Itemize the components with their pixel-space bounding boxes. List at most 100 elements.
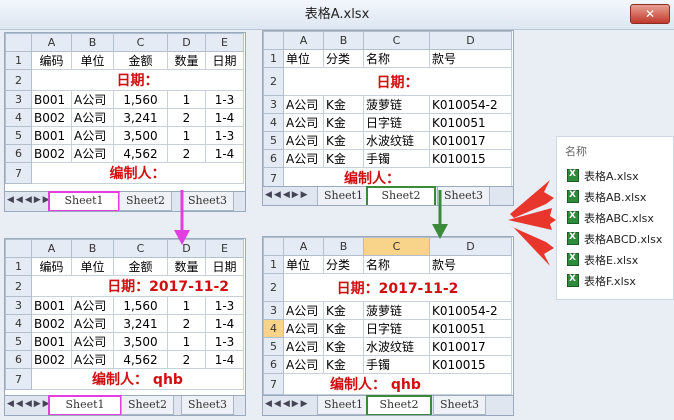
- cell[interactable]: 1-3: [205, 90, 244, 109]
- tab-nav-arrows-icon[interactable]: ◀◀◀▶▶: [265, 190, 310, 200]
- row-header[interactable]: 3: [5, 90, 32, 109]
- cell[interactable]: 单位: [283, 255, 324, 274]
- column-header[interactable]: B: [71, 33, 114, 52]
- column-header[interactable]: C: [363, 237, 430, 256]
- cell[interactable]: 2: [167, 314, 206, 333]
- cell[interactable]: K010015: [429, 355, 512, 374]
- cell[interactable]: 手镯: [363, 355, 430, 374]
- cell[interactable]: K金: [323, 337, 364, 356]
- cell[interactable]: 金额: [113, 51, 168, 70]
- cell[interactable]: A公司: [71, 332, 114, 351]
- row-header[interactable]: 2: [5, 275, 32, 297]
- date-cell[interactable]: 日期：: [31, 69, 244, 91]
- row-header[interactable]: 5: [5, 126, 32, 145]
- cell[interactable]: B002: [31, 350, 72, 369]
- row-header[interactable]: 2: [263, 67, 284, 96]
- file-item[interactable]: 表格E.xlsx: [557, 249, 673, 270]
- row-header[interactable]: 6: [263, 149, 284, 168]
- cell[interactable]: B002: [31, 108, 72, 127]
- cell[interactable]: A公司: [283, 301, 324, 320]
- tab-sheet2[interactable]: Sheet2: [366, 395, 432, 415]
- close-button[interactable]: ✕: [630, 4, 670, 24]
- row-header[interactable]: 5: [263, 131, 284, 150]
- row-header[interactable]: 4: [263, 319, 284, 338]
- cell[interactable]: 编码: [31, 257, 72, 276]
- row-header[interactable]: 7: [263, 373, 284, 395]
- cell[interactable]: 1: [167, 90, 206, 109]
- cell[interactable]: 单位: [71, 51, 114, 70]
- tab-sheet2[interactable]: Sheet2: [119, 192, 173, 211]
- author-cell[interactable]: 编制人： qhb: [31, 368, 244, 390]
- date-cell[interactable]: 日期：: [283, 67, 512, 96]
- cell[interactable]: A公司: [283, 113, 324, 132]
- column-header[interactable]: D: [429, 237, 512, 256]
- file-item[interactable]: 表格ABC.xlsx: [557, 207, 673, 228]
- cell[interactable]: 数量: [167, 51, 206, 70]
- row-header[interactable]: 7: [5, 162, 32, 184]
- cell[interactable]: A公司: [71, 126, 114, 145]
- cell[interactable]: K金: [323, 319, 364, 338]
- cell[interactable]: 日字链: [363, 319, 430, 338]
- file-list-header[interactable]: 名称: [557, 137, 673, 165]
- corner-cell[interactable]: [263, 237, 284, 256]
- cell[interactable]: 日字链: [363, 113, 430, 132]
- cell[interactable]: 单位: [71, 257, 114, 276]
- cell[interactable]: K金: [323, 301, 364, 320]
- corner-cell[interactable]: [263, 31, 284, 50]
- tab-nav-arrows-icon[interactable]: ◀◀◀▶▶: [7, 399, 52, 409]
- cell[interactable]: 日期: [205, 51, 244, 70]
- row-header[interactable]: 6: [5, 350, 32, 369]
- cell[interactable]: 1-3: [205, 332, 244, 351]
- column-header[interactable]: A: [283, 237, 324, 256]
- cell[interactable]: 款号: [429, 255, 512, 274]
- cell[interactable]: 3,500: [113, 126, 168, 145]
- cell[interactable]: A公司: [71, 314, 114, 333]
- cell[interactable]: 菠萝链: [363, 95, 430, 114]
- tab-sheet3[interactable]: Sheet3: [181, 396, 235, 415]
- tab-sheet1[interactable]: Sheet1: [317, 396, 371, 415]
- cell[interactable]: A公司: [283, 337, 324, 356]
- cell[interactable]: A公司: [283, 319, 324, 338]
- cell[interactable]: 菠萝链: [363, 301, 430, 320]
- tab-sheet3[interactable]: Sheet3: [433, 396, 487, 415]
- file-item[interactable]: 表格AB.xlsx: [557, 186, 673, 207]
- cell[interactable]: 数量: [167, 257, 206, 276]
- cell[interactable]: 1: [167, 126, 206, 145]
- cell[interactable]: 1-3: [205, 126, 244, 145]
- column-header[interactable]: B: [71, 239, 114, 258]
- row-header[interactable]: 6: [263, 355, 284, 374]
- cell[interactable]: K010051: [429, 319, 512, 338]
- column-header[interactable]: B: [323, 31, 364, 50]
- row-header[interactable]: 5: [5, 332, 32, 351]
- cell[interactable]: K金: [323, 149, 364, 168]
- cell[interactable]: 编码: [31, 51, 72, 70]
- tab-sheet1[interactable]: Sheet1: [48, 395, 122, 415]
- cell[interactable]: 1: [167, 296, 206, 315]
- cell[interactable]: 3,241: [113, 314, 168, 333]
- cell[interactable]: B001: [31, 126, 72, 145]
- row-header[interactable]: 3: [263, 301, 284, 320]
- row-header[interactable]: 7: [5, 368, 32, 390]
- row-header[interactable]: 1: [263, 49, 284, 68]
- tab-sheet2[interactable]: Sheet2: [121, 396, 175, 415]
- cell[interactable]: B001: [31, 90, 72, 109]
- cell[interactable]: K金: [323, 355, 364, 374]
- column-header[interactable]: E: [205, 239, 244, 258]
- column-header[interactable]: A: [31, 239, 72, 258]
- cell[interactable]: 分类: [323, 255, 364, 274]
- cell[interactable]: 水波纹链: [363, 337, 430, 356]
- author-cell[interactable]: 编制人：: [31, 162, 244, 184]
- cell[interactable]: 1-3: [205, 296, 244, 315]
- row-header[interactable]: 1: [5, 257, 32, 276]
- row-header[interactable]: 3: [5, 296, 32, 315]
- file-item[interactable]: 表格F.xlsx: [557, 270, 673, 291]
- row-header[interactable]: 3: [263, 95, 284, 114]
- corner-cell[interactable]: [5, 33, 32, 52]
- cell[interactable]: B002: [31, 144, 72, 163]
- tab-sheet2[interactable]: Sheet2: [366, 186, 436, 205]
- column-header[interactable]: A: [283, 31, 324, 50]
- date-cell[interactable]: 日期：2017-11-2: [31, 275, 244, 297]
- corner-cell[interactable]: [5, 239, 32, 258]
- date-cell[interactable]: 日期：2017-11-2: [283, 273, 512, 302]
- cell[interactable]: K010054-2: [429, 301, 512, 320]
